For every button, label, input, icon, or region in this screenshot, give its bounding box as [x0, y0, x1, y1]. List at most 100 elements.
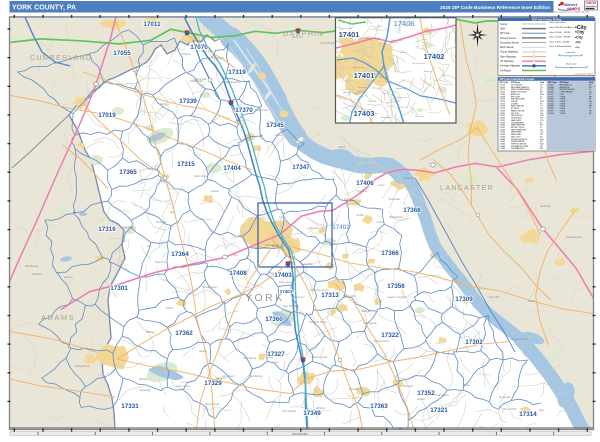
svg-text:17404: 17404 [223, 165, 241, 172]
svg-text:Davidsburg: Davidsburg [249, 374, 263, 378]
svg-text:Felton: Felton [275, 133, 283, 137]
svg-text:Spring Grove: Spring Grove [412, 62, 426, 65]
svg-text:Your Leading Source for Maps a: Your Leading Source for Maps and Data [553, 11, 590, 14]
svg-text:Felton: Felton [344, 197, 352, 201]
svg-text:Davidsburg: Davidsburg [243, 356, 257, 360]
svg-text:17408: 17408 [548, 113, 554, 115]
svg-text:Bryansville: Bryansville [343, 294, 356, 298]
svg-text:17019: 17019 [98, 112, 116, 119]
svg-text:Toll Roads: Toll Roads [500, 70, 512, 72]
svg-text:17322: 17322 [381, 332, 399, 339]
svg-text:2025 ZIP Code Business Referen: 2025 ZIP Code Business Reference Inset E… [440, 5, 550, 11]
svg-text:State Highways: State Highways [500, 55, 517, 58]
svg-text:ADAMS: ADAMS [41, 313, 75, 322]
svg-text:DAUPHIN: DAUPHIN [283, 29, 324, 38]
svg-text:ZIP Code: ZIP Code [500, 33, 510, 35]
svg-text:17406: 17406 [356, 180, 374, 187]
svg-text:Bigmount: Bigmount [396, 87, 406, 90]
svg-text:Yoe: Yoe [147, 244, 152, 248]
svg-text:New Freedom: New Freedom [283, 304, 299, 308]
svg-text:17408: 17408 [229, 270, 247, 277]
svg-text:17301: 17301 [110, 285, 128, 292]
svg-text:Davidsburg: Davidsburg [25, 264, 39, 268]
svg-text:Porters: Porters [64, 275, 73, 279]
svg-text:17070: 17070 [190, 44, 208, 51]
svg-text:Wrightsville: Wrightsville [190, 79, 204, 83]
svg-text:MarketMaps: MarketMaps [586, 5, 599, 8]
svg-text:Collinsville: Collinsville [388, 197, 401, 201]
svg-text:17316: 17316 [98, 226, 116, 233]
svg-text:17366: 17366 [381, 250, 399, 257]
svg-text:17356: 17356 [387, 283, 405, 290]
svg-text:•City: •City [575, 40, 581, 44]
svg-text:Cities and Towns: Cities and Towns [549, 21, 566, 24]
svg-text:Hametown: Hametown [123, 225, 136, 229]
svg-text:YORK COUNTY, PA: YORK COUNTY, PA [12, 5, 76, 12]
svg-text:Red Lion: Red Lion [379, 77, 389, 79]
svg-text:Spry: Spry [170, 210, 176, 214]
svg-text:17365: 17365 [119, 169, 137, 176]
svg-text:Loganville: Loganville [139, 388, 151, 392]
svg-text:•City: •City [575, 30, 585, 35]
svg-text:Manchester: Manchester [391, 39, 403, 42]
svg-text:Bigmount: Bigmount [155, 260, 166, 264]
svg-text:Hellam: Hellam [417, 397, 425, 401]
svg-text:17360: 17360 [265, 316, 283, 323]
svg-text:Emigsville: Emigsville [499, 395, 511, 399]
svg-text:LANCASTER: LANCASTER [440, 183, 494, 192]
svg-text:17319: 17319 [228, 69, 246, 76]
svg-text:17401: 17401 [339, 30, 360, 39]
svg-text:Pleasant Grove: Pleasant Grove [309, 320, 327, 324]
svg-text:Stony Brook: Stony Brook [205, 402, 220, 406]
svg-text:Stewartstown: Stewartstown [202, 285, 218, 289]
svg-text:17347: 17347 [292, 164, 310, 171]
svg-text:17370: 17370 [235, 107, 253, 114]
svg-text:Yorkana: Yorkana [357, 189, 367, 193]
svg-text:17368: 17368 [403, 207, 421, 214]
svg-text:THOMASVILLE: THOMASVILLE [511, 147, 526, 150]
svg-text:Sticks: Sticks [160, 102, 168, 106]
svg-text:17349: 17349 [303, 410, 321, 417]
svg-text:Railroad: Railroad [361, 309, 371, 313]
svg-text:17314: 17314 [519, 411, 537, 418]
svg-text:17402: 17402 [332, 224, 350, 231]
svg-text:17406: 17406 [394, 19, 415, 28]
svg-text:17339: 17339 [179, 98, 197, 105]
svg-text:17327: 17327 [267, 351, 285, 358]
svg-text:Accomac: Accomac [358, 86, 368, 89]
svg-text:Shiloh: Shiloh [338, 145, 346, 149]
svg-text:17011: 17011 [143, 21, 161, 28]
svg-text:17302: 17302 [465, 339, 483, 346]
svg-text:17403: 17403 [354, 109, 375, 118]
svg-text:Davidsburg: Davidsburg [353, 66, 365, 69]
svg-text:State: State [500, 27, 506, 30]
svg-text:Nashville: Nashville [357, 91, 367, 93]
svg-text:Larue: Larue [279, 215, 286, 219]
svg-text:17331: 17331 [121, 403, 139, 410]
svg-text:Pennville: Pennville [156, 220, 167, 224]
svg-text:Davidsburg: Davidsburg [380, 116, 392, 119]
svg-text:17345: 17345 [266, 122, 284, 129]
svg-text:Pennville: Pennville [489, 295, 500, 299]
svg-text:Shiloh: Shiloh [528, 299, 536, 303]
svg-text:Airville: Airville [356, 213, 364, 217]
svg-text:Newberrytown: Newberrytown [566, 235, 583, 239]
svg-text:Windsor: Windsor [343, 91, 351, 94]
svg-text:Railroad: Railroad [368, 100, 377, 103]
svg-text:Cities 25,000 - 49,999: Cities 25,000 - 49,999 [549, 36, 571, 39]
svg-text:Red Lion: Red Lion [294, 295, 305, 299]
svg-text:Stony Brook: Stony Brook [75, 364, 90, 368]
svg-text:Minor Streets: Minor Streets [500, 46, 515, 49]
svg-text:Glenville: Glenville [349, 387, 360, 391]
svg-text:Fawn Grove: Fawn Grove [176, 384, 191, 388]
svg-text:Copyright MarketMAPS: Copyright MarketMAPS [574, 72, 594, 75]
svg-text:17364: 17364 [171, 251, 189, 258]
svg-text:Larue: Larue [272, 360, 279, 364]
svg-text:Stewartstown: Stewartstown [374, 339, 390, 343]
svg-text:17352: 17352 [417, 390, 435, 397]
svg-text:Shrewsbury: Shrewsbury [265, 243, 279, 247]
svg-text:Weigelstown: Weigelstown [389, 215, 404, 219]
svg-text:New Freedom: New Freedom [366, 37, 380, 40]
svg-text:Stewartstown: Stewartstown [225, 80, 241, 84]
svg-text:Cities 4,999 and Below: Cities 4,999 and Below [549, 45, 572, 48]
